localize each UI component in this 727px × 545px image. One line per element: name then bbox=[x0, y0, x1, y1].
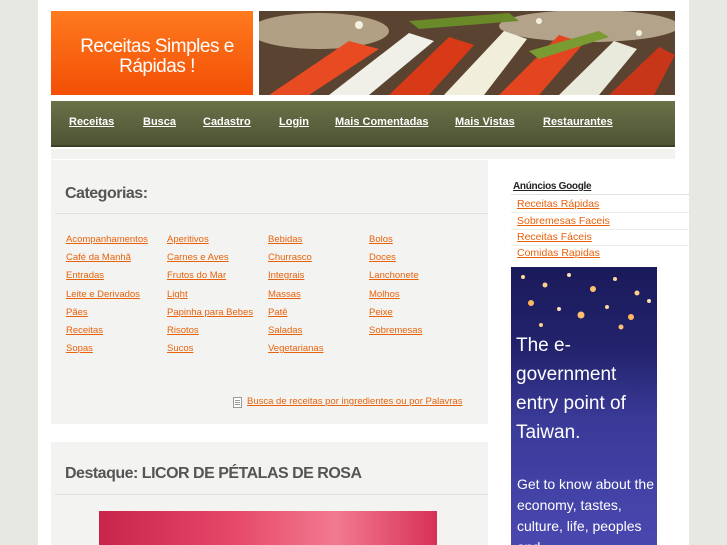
category-link[interactable]: Entradas bbox=[66, 270, 104, 281]
banner-headline: The e-government entry point of Taiwan. bbox=[516, 335, 626, 443]
category-link[interactable]: Peixe bbox=[369, 307, 393, 318]
page-container: Receitas Simples e Rápidas ! Receitas Bu… bbox=[38, 0, 689, 545]
featured-recipe-image[interactable] bbox=[99, 511, 437, 545]
nav-cadastro[interactable]: Cadastro bbox=[203, 116, 251, 128]
divider bbox=[511, 229, 689, 230]
divider bbox=[511, 212, 689, 213]
category-link[interactable]: Saladas bbox=[268, 325, 302, 336]
category-link[interactable]: Papinha para Bebes bbox=[167, 307, 253, 318]
category-link[interactable]: Bebidas bbox=[268, 234, 302, 245]
divider bbox=[55, 494, 488, 495]
divider bbox=[511, 194, 689, 195]
site-logo[interactable]: Receitas Simples e Rápidas ! bbox=[51, 11, 253, 95]
category-link[interactable]: Molhos bbox=[369, 289, 400, 300]
category-link[interactable]: Leite e Derivados bbox=[66, 289, 140, 300]
nav-mais-comentadas[interactable]: Mais Comentadas bbox=[335, 116, 429, 128]
category-link[interactable]: Sucos bbox=[167, 343, 193, 354]
category-link[interactable]: Sobremesas bbox=[369, 325, 422, 336]
ad-link[interactable]: Receitas Rápidas bbox=[517, 198, 599, 210]
ad-link[interactable]: Receitas Fáceis bbox=[517, 231, 592, 243]
category-link[interactable]: Light bbox=[167, 289, 188, 300]
nav-busca[interactable]: Busca bbox=[143, 116, 176, 128]
featured-recipe-box: Destaque: LICOR DE PÉTALAS DE ROSA bbox=[51, 442, 488, 545]
header-food-photo bbox=[259, 11, 675, 95]
ingredient-search-link[interactable]: Busca de receitas por ingredientes ou po… bbox=[247, 396, 462, 407]
divider bbox=[511, 245, 689, 246]
nav-receitas[interactable]: Receitas bbox=[69, 116, 114, 128]
category-link[interactable]: Carnes e Aves bbox=[167, 252, 229, 263]
banner-subtext: Get to know about the economy, tastes, c… bbox=[517, 476, 654, 545]
nav-restaurantes[interactable]: Restaurantes bbox=[543, 116, 613, 128]
category-link[interactable]: Acompanhamentos bbox=[66, 234, 148, 245]
category-link[interactable]: Receitas bbox=[66, 325, 103, 336]
category-link[interactable]: Patê bbox=[268, 307, 288, 318]
nav-login[interactable]: Login bbox=[279, 116, 309, 128]
category-link[interactable]: Vegetarianas bbox=[268, 343, 323, 354]
document-icon bbox=[233, 397, 242, 408]
category-link[interactable]: Lanchonete bbox=[369, 270, 419, 281]
category-link[interactable]: Doces bbox=[369, 252, 396, 263]
sidebar: Anúncios Google Receitas Rápidas Sobreme… bbox=[509, 160, 689, 545]
ad-link[interactable]: Sobremesas Faceis bbox=[517, 215, 610, 227]
categories-title: Categorias: bbox=[65, 185, 148, 202]
category-link[interactable]: Pães bbox=[66, 307, 88, 318]
category-link[interactable]: Risotos bbox=[167, 325, 199, 336]
divider bbox=[55, 213, 488, 214]
category-link[interactable]: Bolos bbox=[369, 234, 393, 245]
ad-link[interactable]: Comidas Rapidas bbox=[517, 247, 600, 259]
ads-title[interactable]: Anúncios Google bbox=[513, 181, 592, 192]
featured-recipe-title: Destaque: LICOR DE PÉTALAS DE ROSA bbox=[65, 465, 362, 482]
category-link[interactable]: Café da Manhã bbox=[66, 252, 131, 263]
main-navigation: Receitas Busca Cadastro Login Mais Comen… bbox=[51, 101, 675, 147]
category-link[interactable]: Integrais bbox=[268, 270, 304, 281]
category-link[interactable]: Aperitivos bbox=[167, 234, 209, 245]
category-link[interactable]: Frutos do Mar bbox=[167, 270, 226, 281]
site-title: Receitas Simples e Rápidas ! bbox=[80, 36, 234, 77]
category-link[interactable]: Massas bbox=[268, 289, 301, 300]
main-content: Categorias: Acompanhamentos Aperitivos B… bbox=[51, 160, 488, 545]
nav-spacer bbox=[51, 149, 675, 159]
categories-box: Categorias: Acompanhamentos Aperitivos B… bbox=[51, 160, 488, 424]
category-link[interactable]: Sopas bbox=[66, 343, 93, 354]
category-link[interactable]: Churrasco bbox=[268, 252, 312, 263]
nav-mais-vistas[interactable]: Mais Vistas bbox=[455, 116, 515, 128]
taiwan-ad-banner[interactable]: The e-government entry point of Taiwan. … bbox=[511, 267, 657, 545]
